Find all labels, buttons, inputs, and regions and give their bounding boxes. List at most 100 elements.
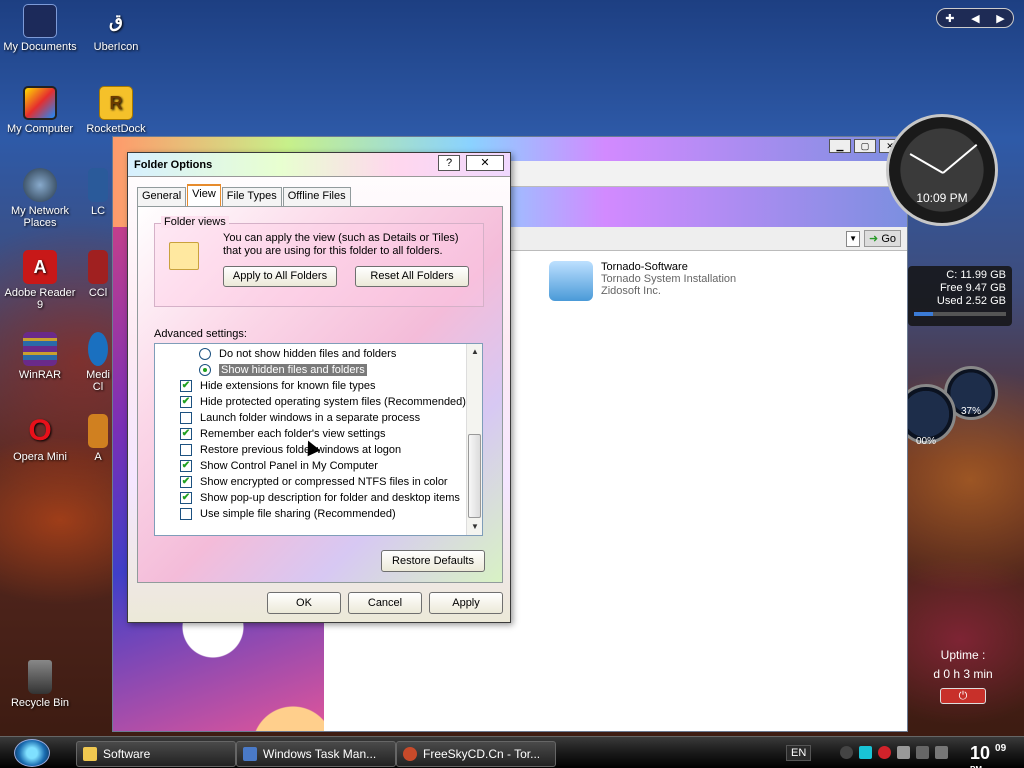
desktop-icon-ccl[interactable]: CCl (80, 250, 116, 299)
disk-gadget[interactable]: C: 11.99 GB Free 9.47 GB Used 2.52 GB (908, 266, 1012, 326)
taskbar-button-label: Software (103, 747, 151, 761)
checkbox[interactable]: ✔ (180, 492, 192, 504)
start-button[interactable] (14, 739, 50, 767)
next-icon[interactable]: ▶ (996, 12, 1004, 25)
checkbox[interactable] (180, 444, 192, 456)
disk-free: Free 9.47 GB (939, 282, 1006, 294)
cancel-button[interactable]: Cancel (348, 592, 422, 614)
taskbar-button-software[interactable]: Software (76, 741, 236, 767)
taskbar-clock[interactable]: 10 09PM (970, 743, 1006, 768)
system-tray (840, 746, 948, 759)
advanced-settings-list[interactable]: Do not show hidden files and folders Sho… (154, 343, 483, 536)
tab-general[interactable]: General (137, 187, 187, 206)
tab-strip: General View File Types Offline Files (137, 184, 352, 206)
desktop-icon-adobe-reader[interactable]: A Adobe Reader 9 (0, 250, 80, 311)
checkbox[interactable]: ✔ (180, 396, 192, 408)
setting-remember-view[interactable]: ✔ Remember each folder's view settings (180, 426, 386, 442)
scroll-down-icon[interactable]: ▼ (467, 519, 482, 535)
tray-app-icon[interactable] (935, 746, 948, 759)
tornado-software-item[interactable]: Tornado-Software Tornado System Installa… (549, 261, 736, 301)
radio-button[interactable] (199, 364, 211, 376)
folder-icon (83, 747, 97, 761)
shield-icon[interactable] (878, 746, 891, 759)
desktop-icon-recycle-bin[interactable]: Recycle Bin (0, 660, 80, 709)
item-description: Tornado System Installation (601, 273, 737, 285)
desktop-icon-media[interactable]: Medi Cl (80, 332, 116, 393)
setting-label: Hide protected operating system files (R… (200, 396, 466, 408)
go-button[interactable]: ➜ Go (864, 230, 901, 247)
setting-label: Launch folder windows in a separate proc… (200, 412, 421, 424)
power-icon[interactable]: ⏻ (940, 688, 986, 704)
volume-icon[interactable] (897, 746, 910, 759)
chevron-down-icon[interactable]: ▼ (846, 230, 861, 247)
desktop-icon-label: Adobe Reader 9 (4, 287, 76, 311)
setting-simple-sharing[interactable]: Use simple file sharing (Recommended) (180, 506, 396, 522)
checkbox[interactable] (180, 508, 192, 520)
desktop-icon-a[interactable]: A (80, 414, 116, 463)
tab-file-types[interactable]: File Types (221, 187, 282, 206)
desktop-icon-lc[interactable]: LC (80, 168, 116, 217)
close-button[interactable]: ✕ (466, 155, 504, 171)
disk-used: Used 2.52 GB (936, 295, 1006, 307)
setting-separate-process[interactable]: Launch folder windows in a separate proc… (180, 410, 420, 426)
setting-show-hidden[interactable]: Show hidden files and folders (199, 362, 367, 378)
desktop-icon-my-documents[interactable]: My Documents (0, 4, 80, 53)
desktop-icon-label: A (94, 451, 102, 463)
setting-ntfs-color[interactable]: ✔ Show encrypted or compressed NTFS file… (180, 474, 448, 490)
folder-views-legend: Folder views (161, 216, 229, 228)
address-bar[interactable]: ▼ ➜ Go (509, 227, 907, 251)
checkbox[interactable]: ✔ (180, 428, 192, 440)
setting-hide-extensions[interactable]: ✔ Hide extensions for known file types (180, 378, 375, 394)
language-indicator[interactable]: EN (786, 745, 812, 761)
setting-restore-windows[interactable]: Restore previous folder windows at logon (180, 442, 401, 458)
desktop-icon-my-computer[interactable]: My Computer (0, 86, 80, 135)
setting-popup-description[interactable]: ✔ Show pop-up description for folder and… (180, 490, 460, 506)
reset-all-folders-button[interactable]: Reset All Folders (355, 266, 469, 287)
folder-views-description: You can apply the view (such as Details … (223, 232, 459, 257)
restore-defaults-button[interactable]: Restore Defaults (381, 550, 485, 572)
checkbox[interactable]: ✔ (180, 476, 192, 488)
tab-offline-files[interactable]: Offline Files (282, 187, 351, 206)
checkbox[interactable] (180, 412, 192, 424)
uptime-value: d 0 h 3 min (933, 667, 993, 681)
checkbox[interactable]: ✔ (180, 380, 192, 392)
setting-label: Use simple file sharing (Recommended) (200, 508, 396, 520)
go-label: Go (881, 233, 896, 245)
desktop-icon-winrar[interactable]: WinRAR (0, 332, 80, 381)
tray-app-icon[interactable] (859, 746, 872, 759)
adobe-reader-icon: A (23, 250, 57, 284)
scroll-thumb[interactable] (468, 434, 481, 518)
setting-control-panel[interactable]: ✔ Show Control Panel in My Computer (180, 458, 378, 474)
help-button[interactable]: ? (438, 155, 460, 171)
ok-button[interactable]: OK (267, 592, 341, 614)
disk-usage-fill (914, 312, 934, 316)
minimize-icon[interactable]: ▁ (829, 139, 851, 153)
tray-app-icon[interactable] (840, 746, 853, 759)
setting-do-not-show-hidden[interactable]: Do not show hidden files and folders (199, 346, 396, 362)
desktop-icon-label: WinRAR (18, 369, 62, 381)
desktop-icon-opera-mini[interactable]: O Opera Mini (0, 414, 80, 463)
radio-button[interactable] (199, 348, 211, 360)
setting-label: Show encrypted or compressed NTFS files … (200, 476, 448, 488)
setting-hide-protected-files[interactable]: ✔ Hide protected operating system files … (180, 394, 466, 410)
desktop-icon-my-network-places[interactable]: My Network Places (0, 168, 80, 229)
desktop-icon-ubericon[interactable]: ق UberIcon (76, 4, 156, 54)
folder-views-icon (169, 242, 199, 270)
tab-view[interactable]: View (187, 184, 221, 206)
maximize-icon[interactable]: ▢ (854, 139, 876, 153)
scrollbar[interactable]: ▲ ▼ (466, 344, 482, 535)
apply-to-all-folders-button[interactable]: Apply to All Folders (223, 266, 337, 287)
desktop-icon-rocketdock[interactable]: R RocketDock (76, 86, 156, 135)
clock-minute: 09 (995, 743, 1007, 754)
add-gadget-icon[interactable]: ✚ (945, 12, 954, 25)
scroll-up-icon[interactable]: ▲ (467, 344, 482, 360)
desktop-icon-label: Opera Mini (13, 451, 67, 463)
checkbox[interactable]: ✔ (180, 460, 192, 472)
apply-button[interactable]: Apply (429, 592, 503, 614)
clock-gadget[interactable]: 10:09 PM (886, 114, 998, 226)
taskbar-button-task-manager[interactable]: Windows Task Man... (236, 741, 396, 767)
previous-icon[interactable]: ◀ (971, 12, 979, 25)
uptime-gadget[interactable]: Uptime : d 0 h 3 min ⏻ (908, 646, 1018, 704)
network-tray-icon[interactable] (916, 746, 929, 759)
taskbar-button-freeskycd[interactable]: FreeSkyCD.Cn - Tor... (396, 741, 556, 767)
